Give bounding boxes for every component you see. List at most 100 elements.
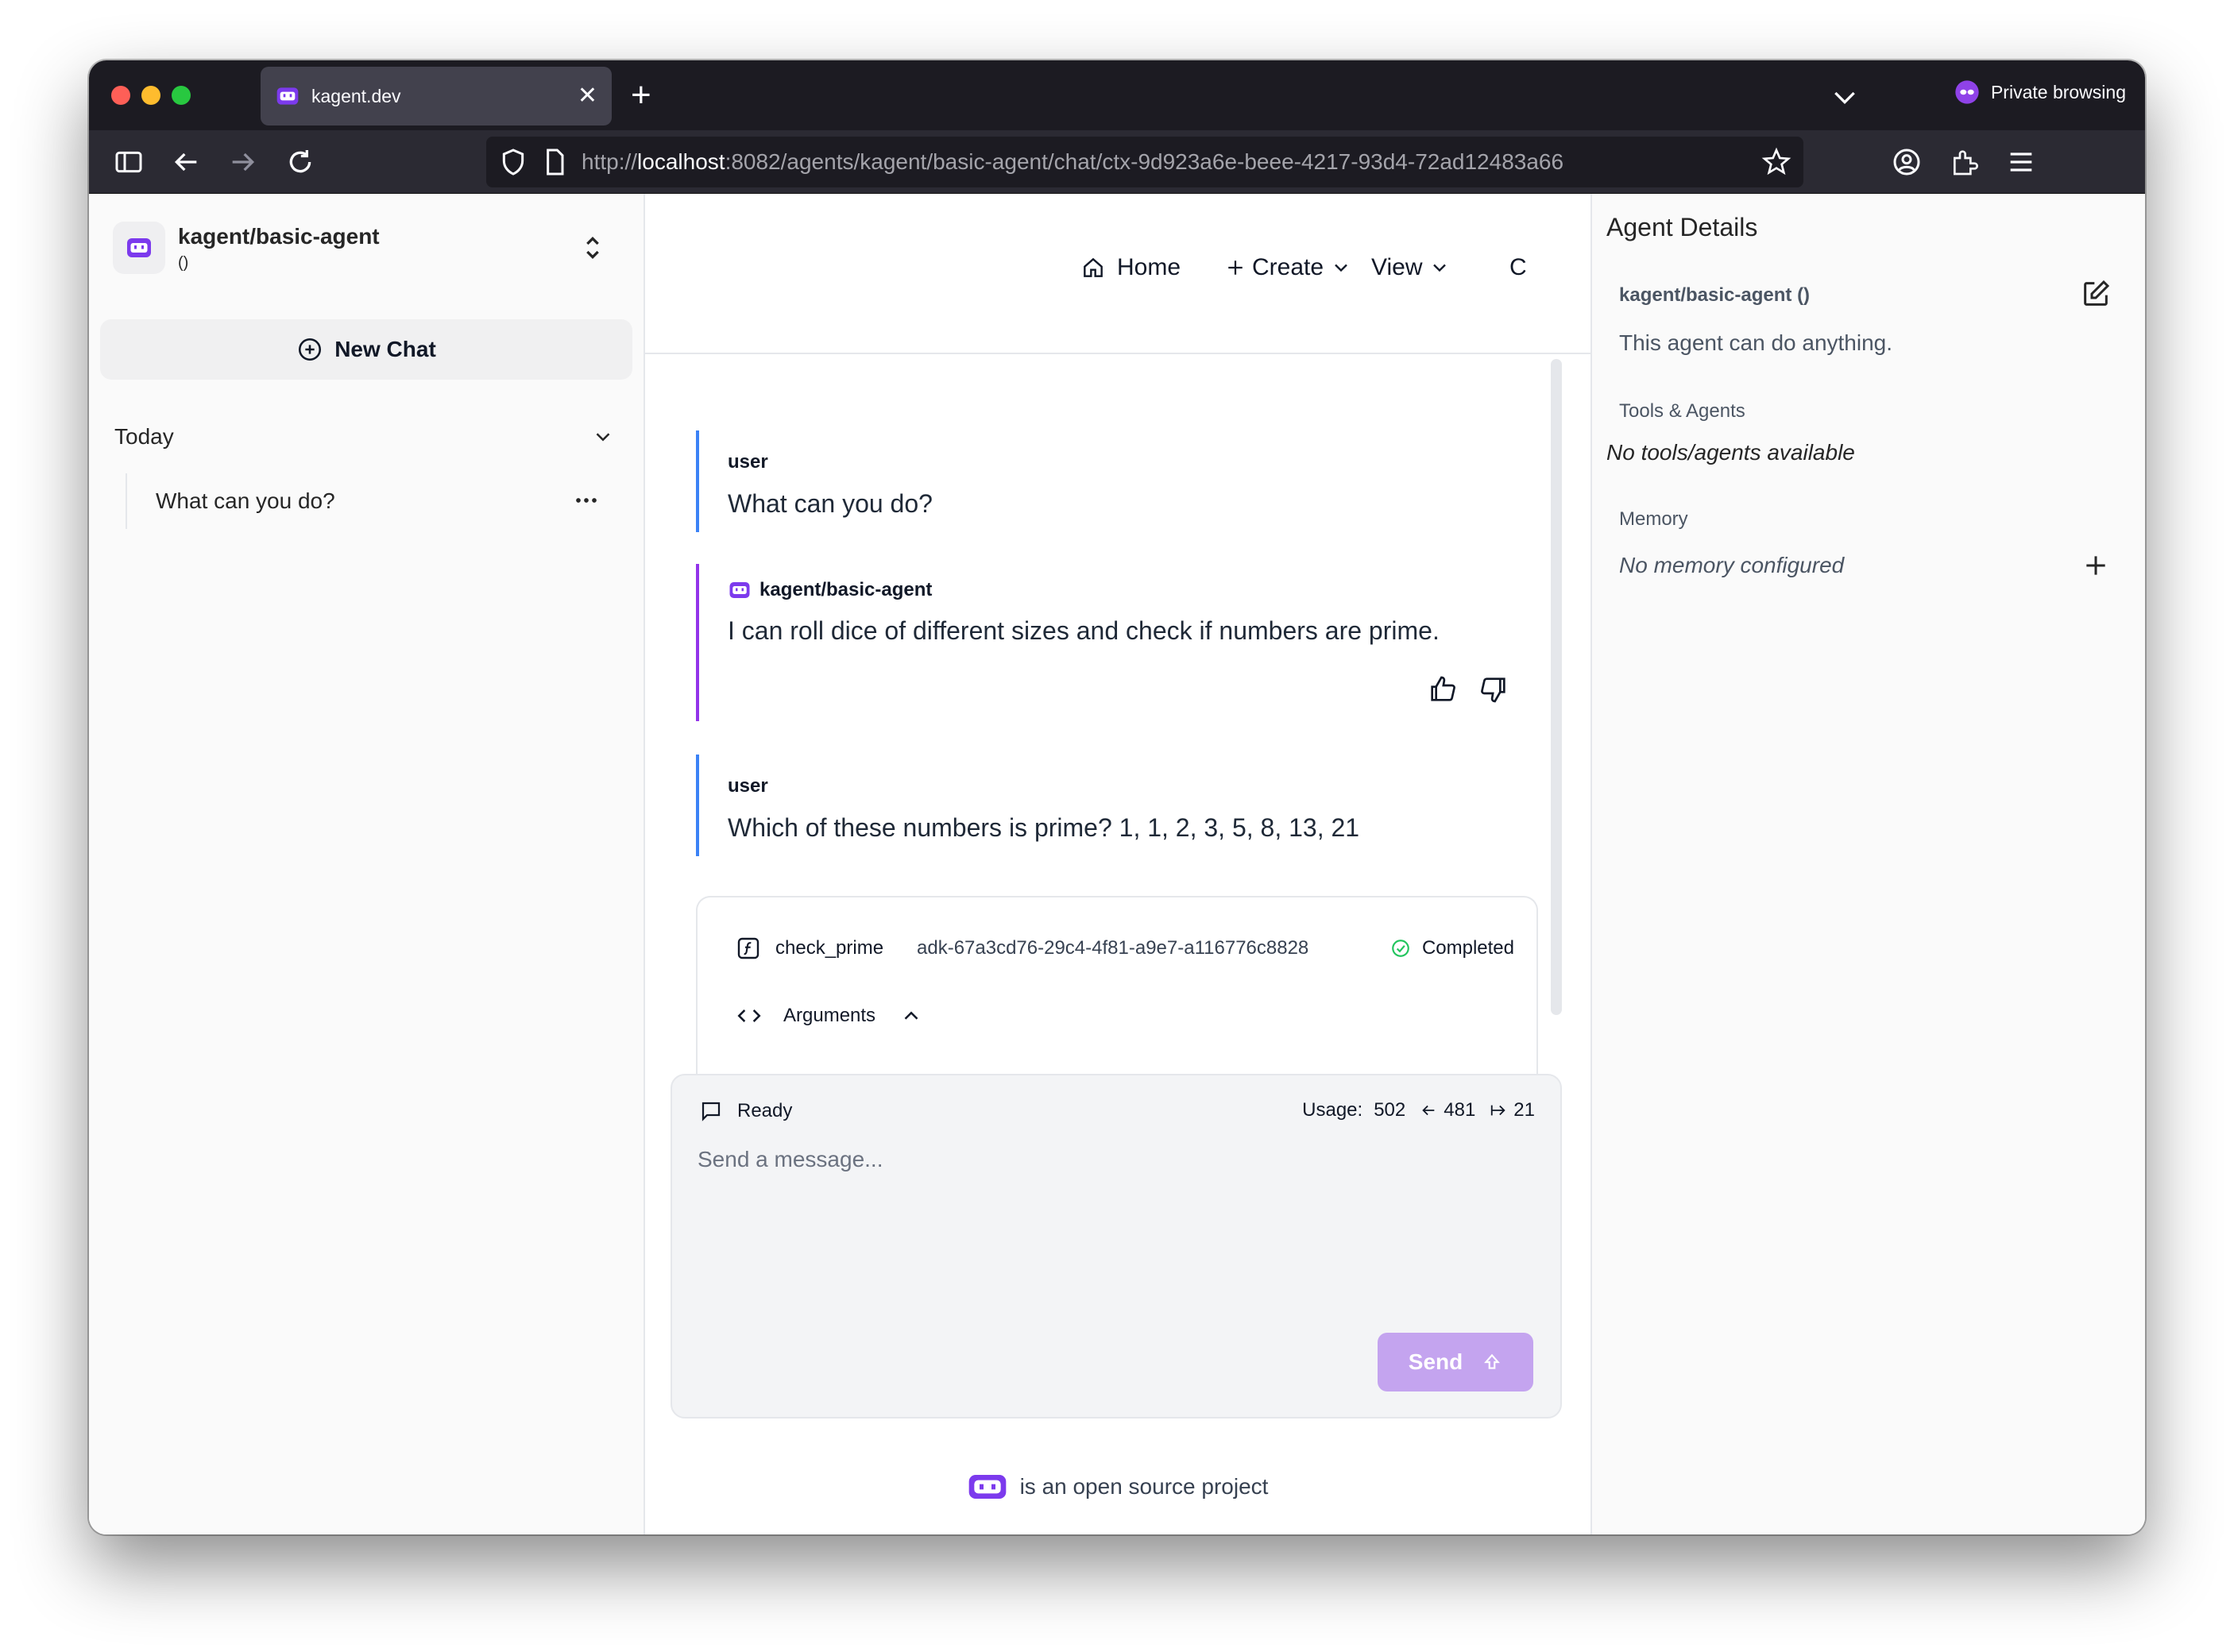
chevron-down-icon xyxy=(596,433,610,442)
home-icon xyxy=(1084,257,1103,277)
message-agent: kagent/basic-agent I can roll dice of di… xyxy=(696,564,1541,721)
message-text: What can you do? xyxy=(728,489,933,518)
new-chat-button[interactable]: New Chat xyxy=(100,319,632,380)
memory-empty: No memory configured xyxy=(1619,553,1845,577)
agent-details-panel: Agent Details kagent/basic-agent () This… xyxy=(1590,194,2145,1534)
page-info-icon[interactable] xyxy=(539,146,570,178)
account-icon[interactable] xyxy=(1891,146,1923,178)
sidebar-toggle-icon[interactable] xyxy=(113,146,145,178)
memory-label: Memory xyxy=(1619,508,1688,530)
tools-empty: No tools/agents available xyxy=(1606,440,1855,465)
chevron-up-icon xyxy=(904,1011,918,1020)
edit-icon[interactable] xyxy=(2080,278,2112,310)
extensions-icon[interactable] xyxy=(1948,146,1980,178)
thumbs-up-icon[interactable] xyxy=(1427,674,1459,705)
message-role: user xyxy=(728,775,768,797)
close-window-button[interactable] xyxy=(111,86,130,105)
tab-bar: kagent.dev ✕ + Private browsing xyxy=(89,60,2145,130)
private-browsing-label: Private browsing xyxy=(1990,81,2126,102)
bookmark-star-icon[interactable] xyxy=(1761,146,1792,178)
app-content: kagent/basic-agent () New Chat Today Wha… xyxy=(89,194,2145,1534)
back-icon[interactable] xyxy=(170,146,202,178)
token-usage: Usage: 502 481 21 xyxy=(1302,1099,1535,1121)
browser-tab[interactable]: kagent.dev ✕ xyxy=(261,67,612,125)
new-tab-button[interactable]: + xyxy=(631,71,651,119)
url-text[interactable]: http://localhost:8082/agents/kagent/basi… xyxy=(582,149,1761,175)
agent-switcher-text: kagent/basic-agent () xyxy=(178,224,380,272)
agent-details-title: Agent Details xyxy=(1606,213,1758,241)
plus-icon xyxy=(1228,261,1243,275)
url-path: :8082/agents/kagent/basic-agent/chat/ctx… xyxy=(725,149,1564,174)
send-button[interactable]: Send xyxy=(1378,1333,1533,1391)
new-chat-label: New Chat xyxy=(334,337,436,361)
robot-icon xyxy=(729,582,750,598)
message-role: kagent/basic-agent xyxy=(759,579,933,600)
tool-name: check_prime xyxy=(775,937,884,959)
arguments-label: Arguments xyxy=(783,1005,876,1026)
top-navigation: Home Create View C xyxy=(645,194,1590,354)
private-mask-icon xyxy=(1955,80,1979,104)
menu-icon[interactable] xyxy=(2005,146,2037,178)
private-browsing-indicator: Private browsing xyxy=(1954,79,2126,105)
usage-total: 502 xyxy=(1374,1099,1406,1121)
nav-create[interactable]: Create xyxy=(1223,254,1352,281)
more-icon[interactable] xyxy=(570,484,602,516)
url-bar[interactable]: http://localhost:8082/agents/kagent/basi… xyxy=(486,137,1803,187)
forward-icon[interactable] xyxy=(227,146,259,178)
nav-home-label: Home xyxy=(1117,254,1181,280)
history-item[interactable]: What can you do? xyxy=(126,473,602,529)
agent-description: This agent can do anything. xyxy=(1619,330,1893,355)
agent-name: kagent/basic-agent xyxy=(178,223,380,249)
usage-label: Usage: xyxy=(1302,1099,1363,1121)
history-item-title: What can you do? xyxy=(156,488,335,513)
chevron-down-icon xyxy=(1335,264,1347,272)
kagent-logo-icon[interactable] xyxy=(968,1471,1007,1503)
tab-close-icon[interactable]: ✕ xyxy=(578,84,597,108)
agent-switcher[interactable]: kagent/basic-agent () xyxy=(113,218,621,278)
nav-view-label: View xyxy=(1371,254,1423,280)
tools-label: Tools & Agents xyxy=(1619,400,1745,422)
usage-input: 481 xyxy=(1444,1099,1476,1121)
nav-view[interactable]: View xyxy=(1371,254,1451,281)
message-role: user xyxy=(728,451,768,473)
message-text: I can roll dice of different sizes and c… xyxy=(728,616,1440,645)
tool-status-label: Completed xyxy=(1421,937,1514,959)
check-circle-icon xyxy=(1392,940,1409,957)
tab-title: kagent.dev xyxy=(311,85,401,106)
chat-status-label: Ready xyxy=(737,1100,793,1121)
message-user: user Which of these numbers is prime? 1,… xyxy=(696,755,1541,856)
message-user: user What can you do? xyxy=(696,430,1541,532)
chat-scrollbar[interactable] xyxy=(1551,359,1562,1015)
arguments-toggle[interactable]: Arguments xyxy=(736,1002,923,1029)
navigation-bar: http://localhost:8082/agents/kagent/basi… xyxy=(89,130,2145,194)
tool-call-id: adk-67a3cd76-29c4-4f81-a9e7-a116776c8828 xyxy=(917,937,1309,959)
list-tabs-icon[interactable] xyxy=(1829,81,1861,113)
message-icon xyxy=(702,1102,721,1121)
robot-icon xyxy=(276,87,299,105)
tool-status: Completed xyxy=(1390,937,1514,959)
maximize-window-button[interactable] xyxy=(172,86,191,105)
nav-more[interactable]: C xyxy=(1509,254,1527,281)
arrow-left-icon xyxy=(1422,1105,1435,1116)
browser-window: kagent.dev ✕ + Private browsing http://l… xyxy=(89,60,2145,1534)
function-icon xyxy=(737,937,759,959)
footer-text: is an open source project xyxy=(1019,1474,1269,1499)
thumbs-down-icon[interactable] xyxy=(1478,674,1509,705)
shield-icon[interactable] xyxy=(497,146,529,178)
message-composer: Ready Usage: 502 481 21 Send xyxy=(671,1074,1562,1418)
add-memory-icon[interactable] xyxy=(2080,550,2112,581)
plus-circle-icon xyxy=(299,338,322,361)
url-host: localhost xyxy=(637,149,725,174)
message-input[interactable] xyxy=(698,1147,1532,1322)
chevrons-up-down-icon xyxy=(586,236,599,260)
agent-details-name: kagent/basic-agent () xyxy=(1619,284,1811,306)
nav-home[interactable]: Home xyxy=(1080,254,1181,281)
minimize-window-button[interactable] xyxy=(141,86,160,105)
history-group-today[interactable]: Today xyxy=(114,424,615,450)
agent-namespace: () xyxy=(178,253,189,272)
message-role-row: kagent/basic-agent xyxy=(728,578,1541,602)
reload-icon[interactable] xyxy=(284,146,316,178)
tool-call-card: check_prime adk-67a3cd76-29c4-4f81-a9e7-… xyxy=(696,896,1538,1079)
url-prefix: http:// xyxy=(582,149,638,174)
footer: is an open source project xyxy=(645,1471,1590,1503)
